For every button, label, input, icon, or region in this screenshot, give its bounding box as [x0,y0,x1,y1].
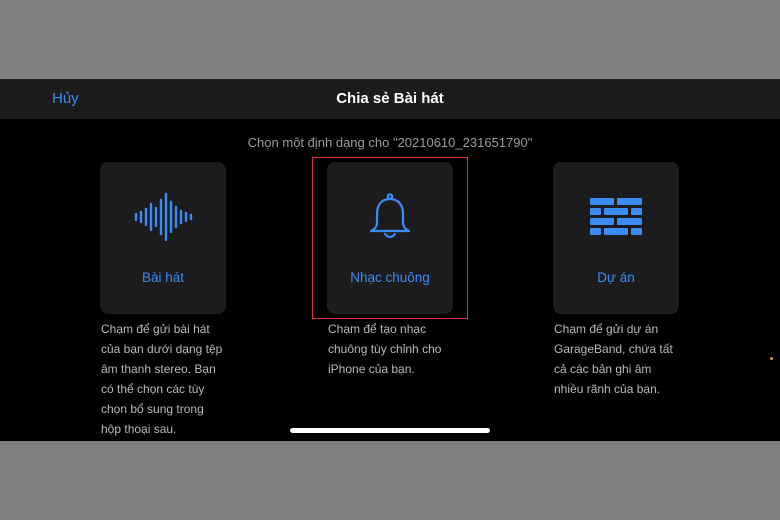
description-line: âm thanh stereo. Bạn [101,362,216,376]
project-option-label: Dự án [597,270,635,285]
description-line: GarageBand, chứa tất [554,342,673,356]
description-line: Chạm để gửi bài hát [101,322,210,336]
description-line: có thể chọn các tùy [101,382,205,396]
bell-icon [327,192,453,242]
format-prompt: Chọn một định dạng cho "20210610_2316517… [247,135,533,150]
ringtone-option-label: Nhạc chuông [350,270,430,285]
project-option-card[interactable]: Dự án [553,162,679,314]
song-option-card[interactable]: Bài hát [100,162,226,314]
description-line: nhiều rãnh của bạn. [554,382,661,396]
song-option-label: Bài hát [141,270,185,285]
description-line: Chạm để gửi dự án [554,322,659,336]
waveform-icon [100,192,226,242]
description-line: của bạn dưới dạng tệp [101,342,223,356]
project-option-description: Chạm để gửi dự án GarageBand, chứa tất c… [554,319,694,399]
page-title: Chia sẻ Bài hát [336,90,444,107]
description-line: cả các bản ghi âm [554,362,652,376]
description-line: Chạm để tạo nhạc [328,322,427,336]
description-line: hộp thoại sau. [101,422,177,436]
song-option-description: Chạm để gửi bài hát của bạn dưới dạng tệ… [101,319,241,439]
ringtone-option-card[interactable]: Nhạc chuông [327,162,453,314]
home-indicator[interactable] [290,428,490,433]
status-dot [770,357,773,360]
ringtone-option-description: Chạm để tạo nhạc chuông tùy chỉnh cho iP… [328,319,468,379]
description-line: chọn bổ sung trong [101,402,204,416]
description-line: chuông tùy chỉnh cho [328,342,442,356]
share-song-screen: Hủy Chia sẻ Bài hát Chọn một định dạng c… [0,79,780,441]
description-line: iPhone của bạn. [328,362,415,376]
navigation-bar: Hủy Chia sẻ Bài hát [0,79,780,119]
brick-wall-icon [553,192,679,242]
